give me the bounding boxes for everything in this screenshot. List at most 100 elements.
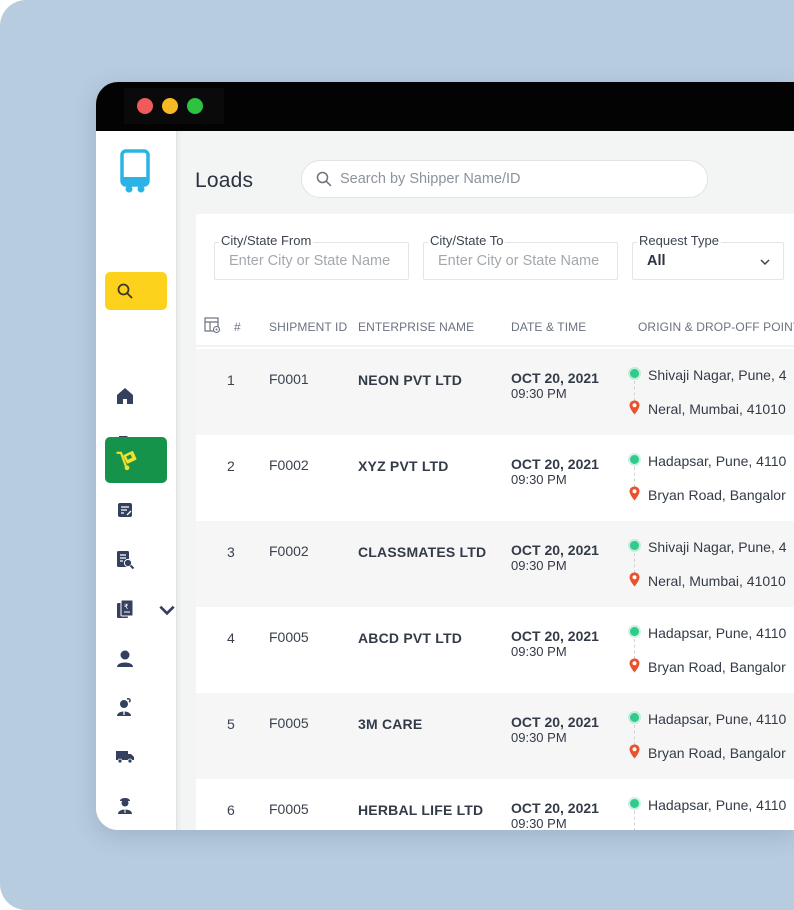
column-settings-icon[interactable] bbox=[204, 317, 221, 334]
row-number: 2 bbox=[227, 458, 235, 474]
person-tie-icon bbox=[117, 698, 131, 716]
date: OCT 20, 2021 bbox=[511, 456, 599, 472]
sidebar-item-users[interactable] bbox=[105, 635, 167, 681]
date: OCT 20, 2021 bbox=[511, 714, 599, 730]
note-edit-icon bbox=[118, 503, 132, 517]
origin-point: Shivaji Nagar, Pune, 4 bbox=[648, 367, 787, 383]
sidebar: ₹ bbox=[96, 131, 182, 830]
dropoff-point: Bryan Road, Bangalor bbox=[648, 659, 786, 675]
shipper-search-input[interactable] bbox=[340, 171, 670, 187]
location-pin-icon bbox=[629, 572, 640, 587]
shipment-id[interactable]: F0001 bbox=[269, 371, 309, 387]
table-row[interactable]: 6 F0005 HERBAL LIFE LTD OCT 20, 2021 09:… bbox=[196, 779, 794, 830]
shipment-id[interactable]: F0005 bbox=[269, 715, 309, 731]
column-header-date-time[interactable]: DATE & TIME bbox=[511, 320, 586, 334]
search-icon bbox=[316, 171, 332, 187]
location-pin-icon bbox=[629, 400, 640, 415]
sidebar-item-drivers[interactable] bbox=[105, 782, 167, 828]
origin-dot-icon bbox=[630, 455, 639, 464]
date-time: OCT 20, 2021 09:30 PM bbox=[511, 714, 599, 746]
origin-dot-icon bbox=[630, 713, 639, 722]
column-header-enterprise-name[interactable]: ENTERPRISE NAME bbox=[358, 320, 474, 334]
origin-point: Hadapsar, Pune, 4110 bbox=[648, 797, 787, 813]
filter-city-to: City/State To bbox=[423, 233, 618, 280]
origin-point: Hadapsar, Pune, 4110 bbox=[648, 711, 787, 727]
filter-city-to-label: City/State To bbox=[428, 233, 506, 248]
filter-request-type: Request Type All bbox=[632, 233, 784, 280]
filter-city-from: City/State From bbox=[214, 233, 409, 280]
date: OCT 20, 2021 bbox=[511, 542, 599, 558]
row-number: 1 bbox=[227, 372, 235, 388]
enterprise-name: ABCD PVT LTD bbox=[358, 630, 463, 646]
location-pin-icon bbox=[629, 486, 640, 501]
column-header-shipment-id[interactable]: SHIPMENT ID bbox=[269, 320, 347, 334]
table-header: # SHIPMENT ID ENTERPRISE NAME DATE & TIM… bbox=[196, 299, 794, 347]
row-number: 6 bbox=[227, 802, 235, 818]
route-connector bbox=[634, 553, 635, 573]
enterprise-name: HERBAL LIFE LTD bbox=[358, 802, 484, 818]
location-pin-icon bbox=[629, 744, 640, 759]
date-time: OCT 20, 2021 09:30 PM bbox=[511, 542, 599, 574]
app-window: ₹ Loads Search by Shipper Name/ID City/S… bbox=[96, 82, 794, 830]
enterprise-name: CLASSMATES LTD bbox=[358, 544, 487, 560]
dropoff-point: Bryan Road, Bangalor bbox=[648, 745, 786, 761]
phone-cart-logo-icon bbox=[120, 149, 150, 193]
table-row[interactable]: 3 F0002 CLASSMATES LTD OCT 20, 2021 09:3… bbox=[196, 521, 794, 607]
main-content: Loads City/State From City/State To bbox=[177, 131, 794, 830]
sidebar-item-invoices[interactable]: ₹ bbox=[105, 586, 175, 632]
close-window-button[interactable] bbox=[137, 98, 153, 114]
truck-icon bbox=[116, 751, 134, 764]
shipment-id[interactable]: F0002 bbox=[269, 457, 309, 473]
column-header-origin-dropoff[interactable]: ORIGIN & DROP-OFF POINT bbox=[638, 320, 794, 334]
rupee-documents-icon: ₹ bbox=[117, 599, 134, 618]
date: OCT 20, 2021 bbox=[511, 370, 599, 386]
row-number: 3 bbox=[227, 544, 235, 560]
home-icon bbox=[117, 388, 133, 404]
enterprise-name: XYZ PVT LTD bbox=[358, 458, 449, 474]
sidebar-item-home[interactable] bbox=[105, 373, 167, 419]
shipment-id[interactable]: F0005 bbox=[269, 801, 309, 817]
time: 09:30 PM bbox=[511, 730, 567, 745]
dropoff-point: Neral, Mumbai, 41010 bbox=[648, 401, 786, 417]
chevron-down-icon bbox=[760, 259, 770, 266]
minimize-window-button[interactable] bbox=[162, 98, 178, 114]
shipper-search-box[interactable] bbox=[301, 160, 708, 198]
table-row[interactable]: 4 F0005 ABCD PVT LTD OCT 20, 2021 09:30 … bbox=[196, 607, 794, 693]
origin-point: Hadapsar, Pune, 4110 bbox=[648, 625, 787, 641]
maximize-window-button[interactable] bbox=[187, 98, 203, 114]
city-to-input[interactable] bbox=[438, 253, 617, 269]
row-number: 5 bbox=[227, 716, 235, 732]
page-title: Loads bbox=[195, 169, 254, 192]
svg-text:₹: ₹ bbox=[124, 603, 129, 611]
time: 09:30 PM bbox=[511, 558, 567, 573]
date-time: OCT 20, 2021 09:30 PM bbox=[511, 800, 599, 831]
sidebar-item-document-search[interactable] bbox=[105, 537, 167, 583]
time: 09:30 PM bbox=[511, 816, 567, 830]
table-row[interactable]: 2 F0002 XYZ PVT LTD OCT 20, 2021 09:30 P… bbox=[196, 435, 794, 521]
column-header-number: # bbox=[234, 320, 241, 334]
user-icon bbox=[117, 650, 133, 667]
sidebar-item-trucks[interactable] bbox=[105, 733, 167, 779]
city-from-input[interactable] bbox=[229, 253, 408, 269]
shipment-id[interactable]: F0005 bbox=[269, 629, 309, 645]
origin-point: Hadapsar, Pune, 4110 bbox=[648, 453, 787, 469]
route-connector bbox=[634, 639, 635, 659]
origin-dot-icon bbox=[630, 627, 639, 636]
loads-card: City/State From City/State To Request Ty… bbox=[196, 214, 794, 830]
table-row[interactable]: 1 F0001 NEON PVT LTD OCT 20, 2021 09:30 … bbox=[196, 349, 794, 435]
sidebar-item-notes[interactable] bbox=[105, 487, 167, 533]
driver-icon bbox=[118, 798, 132, 814]
enterprise-name: 3M CARE bbox=[358, 716, 423, 732]
sidebar-item-shippers[interactable] bbox=[105, 684, 167, 730]
date-time: OCT 20, 2021 09:30 PM bbox=[511, 456, 599, 488]
date: OCT 20, 2021 bbox=[511, 800, 599, 816]
chevron-down-icon[interactable] bbox=[157, 600, 177, 620]
date-time: OCT 20, 2021 09:30 PM bbox=[511, 629, 599, 660]
route-connector bbox=[634, 381, 635, 401]
table-row[interactable]: 5 F0005 3M CARE OCT 20, 2021 09:30 PM Ha… bbox=[196, 693, 794, 779]
time: 09:30 PM bbox=[511, 644, 567, 659]
row-number: 4 bbox=[227, 630, 235, 646]
shipment-id[interactable]: F0002 bbox=[269, 543, 309, 559]
sidebar-item-loads[interactable] bbox=[105, 437, 167, 483]
sidebar-search-button[interactable] bbox=[105, 272, 167, 310]
